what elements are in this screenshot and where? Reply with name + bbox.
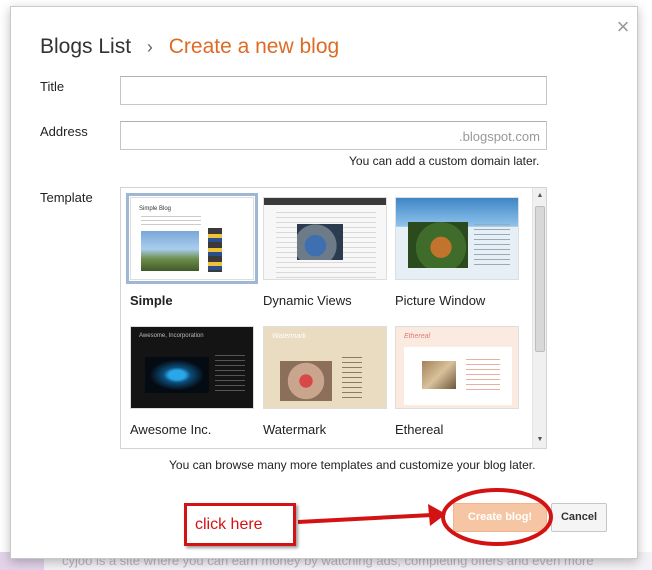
template-name: Picture Window bbox=[395, 293, 486, 308]
scroll-up-icon[interactable]: ▲ bbox=[533, 190, 546, 202]
template-name: Ethereal bbox=[395, 422, 444, 437]
address-hint: You can add a custom domain later. bbox=[349, 154, 540, 168]
template-name: Simple bbox=[130, 293, 173, 308]
dynamic-views-template-thumbnail-icon bbox=[263, 197, 387, 280]
page-title: Create a new blog bbox=[168, 35, 340, 58]
ethereal-template-thumbnail-icon: Ethereal bbox=[395, 326, 519, 409]
template-option-picture-window[interactable]: Picture Window bbox=[395, 197, 519, 308]
annotation-label: click here bbox=[184, 503, 296, 546]
cancel-button[interactable]: Cancel bbox=[551, 503, 607, 532]
template-option-ethereal[interactable]: Ethereal Ethereal bbox=[395, 326, 519, 437]
address-label: Address bbox=[40, 124, 88, 139]
address-suffix: .blogspot.com bbox=[459, 129, 540, 144]
scrollbar-thumb[interactable] bbox=[535, 206, 545, 352]
breadcrumb-blogs-list[interactable]: Blogs List bbox=[40, 35, 131, 58]
template-hint: You can browse many more templates and c… bbox=[169, 458, 536, 472]
template-picker: Simple Blog Simple Dynamic Views Picture… bbox=[120, 187, 547, 449]
scroll-down-icon[interactable]: ▼ bbox=[533, 434, 546, 446]
template-option-awesome-inc[interactable]: Awesome, Incorporation Awesome Inc. bbox=[130, 326, 254, 437]
template-option-watermark[interactable]: Watermark Watermark bbox=[263, 326, 387, 437]
template-scrollbar[interactable]: ▲ ▼ bbox=[532, 188, 546, 448]
template-option-simple[interactable]: Simple Blog Simple bbox=[126, 193, 258, 308]
simple-template-thumbnail-icon: Simple Blog bbox=[126, 193, 258, 284]
title-label: Title bbox=[40, 79, 65, 94]
breadcrumb-separator-icon: › bbox=[146, 37, 153, 57]
create-blog-dialog: × Blogs List › Create a new blog Title A… bbox=[10, 6, 638, 559]
title-input[interactable] bbox=[120, 76, 547, 105]
template-name: Awesome Inc. bbox=[130, 422, 212, 437]
picture-window-template-thumbnail-icon bbox=[395, 197, 519, 280]
awesome-inc-template-thumbnail-icon: Awesome, Incorporation bbox=[130, 326, 254, 409]
dialog-heading: Blogs List › Create a new blog bbox=[40, 35, 339, 59]
close-icon[interactable]: × bbox=[613, 16, 633, 38]
create-blog-button[interactable]: Create blog! bbox=[453, 503, 547, 532]
template-name: Dynamic Views bbox=[263, 293, 352, 308]
watermark-template-thumbnail-icon: Watermark bbox=[263, 326, 387, 409]
template-label: Template bbox=[40, 190, 93, 205]
template-option-dynamic-views[interactable]: Dynamic Views bbox=[263, 197, 387, 308]
template-name: Watermark bbox=[263, 422, 327, 437]
